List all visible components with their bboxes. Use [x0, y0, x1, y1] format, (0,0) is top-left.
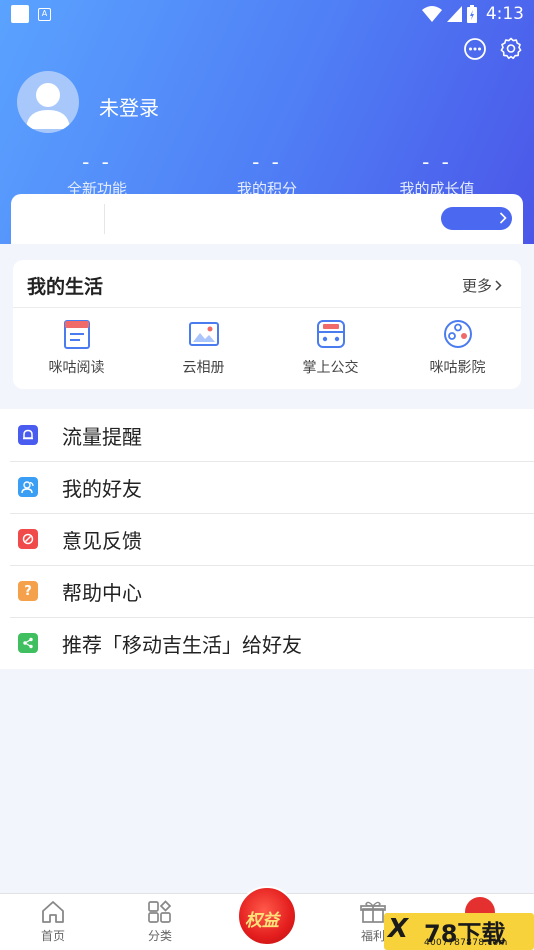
stat-my-points[interactable]: - - 我的积分: [178, 150, 356, 199]
tab-category[interactable]: 分类: [130, 900, 190, 944]
stat-new-features[interactable]: - - 全新功能: [8, 150, 186, 199]
category-icon: [148, 900, 172, 923]
my-life-card: 我的生活 更多 咪咕阅读 云相册 掌上公交 咪咕影院: [13, 260, 521, 389]
battery-icon: [466, 5, 477, 23]
profile-header: A 4:13 未登录 - - 全新功能 - - 我的积分 - - 我的成长值: [0, 0, 534, 244]
bell-icon: [18, 425, 38, 445]
share-icon: [18, 633, 38, 653]
benefits-icon: 权益: [245, 911, 279, 931]
home-icon: [42, 901, 64, 923]
photo-album-icon: [188, 322, 219, 346]
my-life-title: 我的生活: [27, 276, 104, 298]
menu-item-help-center[interactable]: ? 帮助中心: [0, 565, 534, 617]
card-divider: [104, 204, 105, 234]
book-icon: [63, 320, 90, 349]
watermark-logo: X 78下载 4007787878.com: [384, 913, 534, 950]
membership-card: [11, 194, 523, 244]
menu-item-data-reminder[interactable]: 流量提醒: [0, 409, 534, 461]
menu-item-feedback[interactable]: 意见反馈: [0, 513, 534, 565]
settings-menu: 流量提醒 我的好友 意见反馈 ? 帮助中心 推荐「移动吉生活」给好友: [0, 409, 534, 669]
bus-icon: [316, 320, 345, 348]
login-status-text[interactable]: 未登录: [99, 92, 159, 121]
message-icon[interactable]: [463, 37, 487, 61]
life-item-pocket-bus[interactable]: 掌上公交: [267, 318, 394, 377]
divider: [13, 307, 521, 308]
status-bar: A 4:13: [0, 0, 534, 28]
user-silhouette-icon: [26, 83, 70, 129]
card-action-button[interactable]: [441, 207, 512, 230]
menu-item-my-friends[interactable]: 我的好友: [0, 461, 534, 513]
feedback-icon: [18, 529, 38, 549]
notification-a-icon: A: [38, 7, 51, 21]
life-item-migu-reading[interactable]: 咪咕阅读: [13, 318, 140, 377]
friends-icon: [18, 477, 38, 497]
chevron-right-icon: [495, 280, 502, 291]
status-time: 4:13: [485, 4, 524, 24]
tab-home[interactable]: 首页: [23, 900, 83, 944]
gift-icon: [360, 901, 386, 923]
menu-item-recommend-app[interactable]: 推荐「移动吉生活」给好友: [0, 617, 534, 669]
signal-icon: [446, 6, 462, 22]
life-item-migu-cinema[interactable]: 咪咕影院: [394, 318, 521, 377]
life-item-cloud-album[interactable]: 云相册: [140, 318, 267, 377]
avatar[interactable]: [17, 71, 79, 133]
chevron-right-icon: [499, 212, 507, 224]
wifi-icon: [421, 6, 442, 22]
film-reel-icon: [443, 320, 472, 348]
stat-growth-value[interactable]: - - 我的成长值: [348, 150, 526, 199]
tab-benefits[interactable]: 权益: [237, 886, 297, 946]
notification-square-icon: [11, 5, 29, 23]
question-icon: ?: [18, 581, 38, 601]
more-link[interactable]: 更多: [462, 275, 502, 296]
settings-icon[interactable]: [499, 37, 523, 61]
